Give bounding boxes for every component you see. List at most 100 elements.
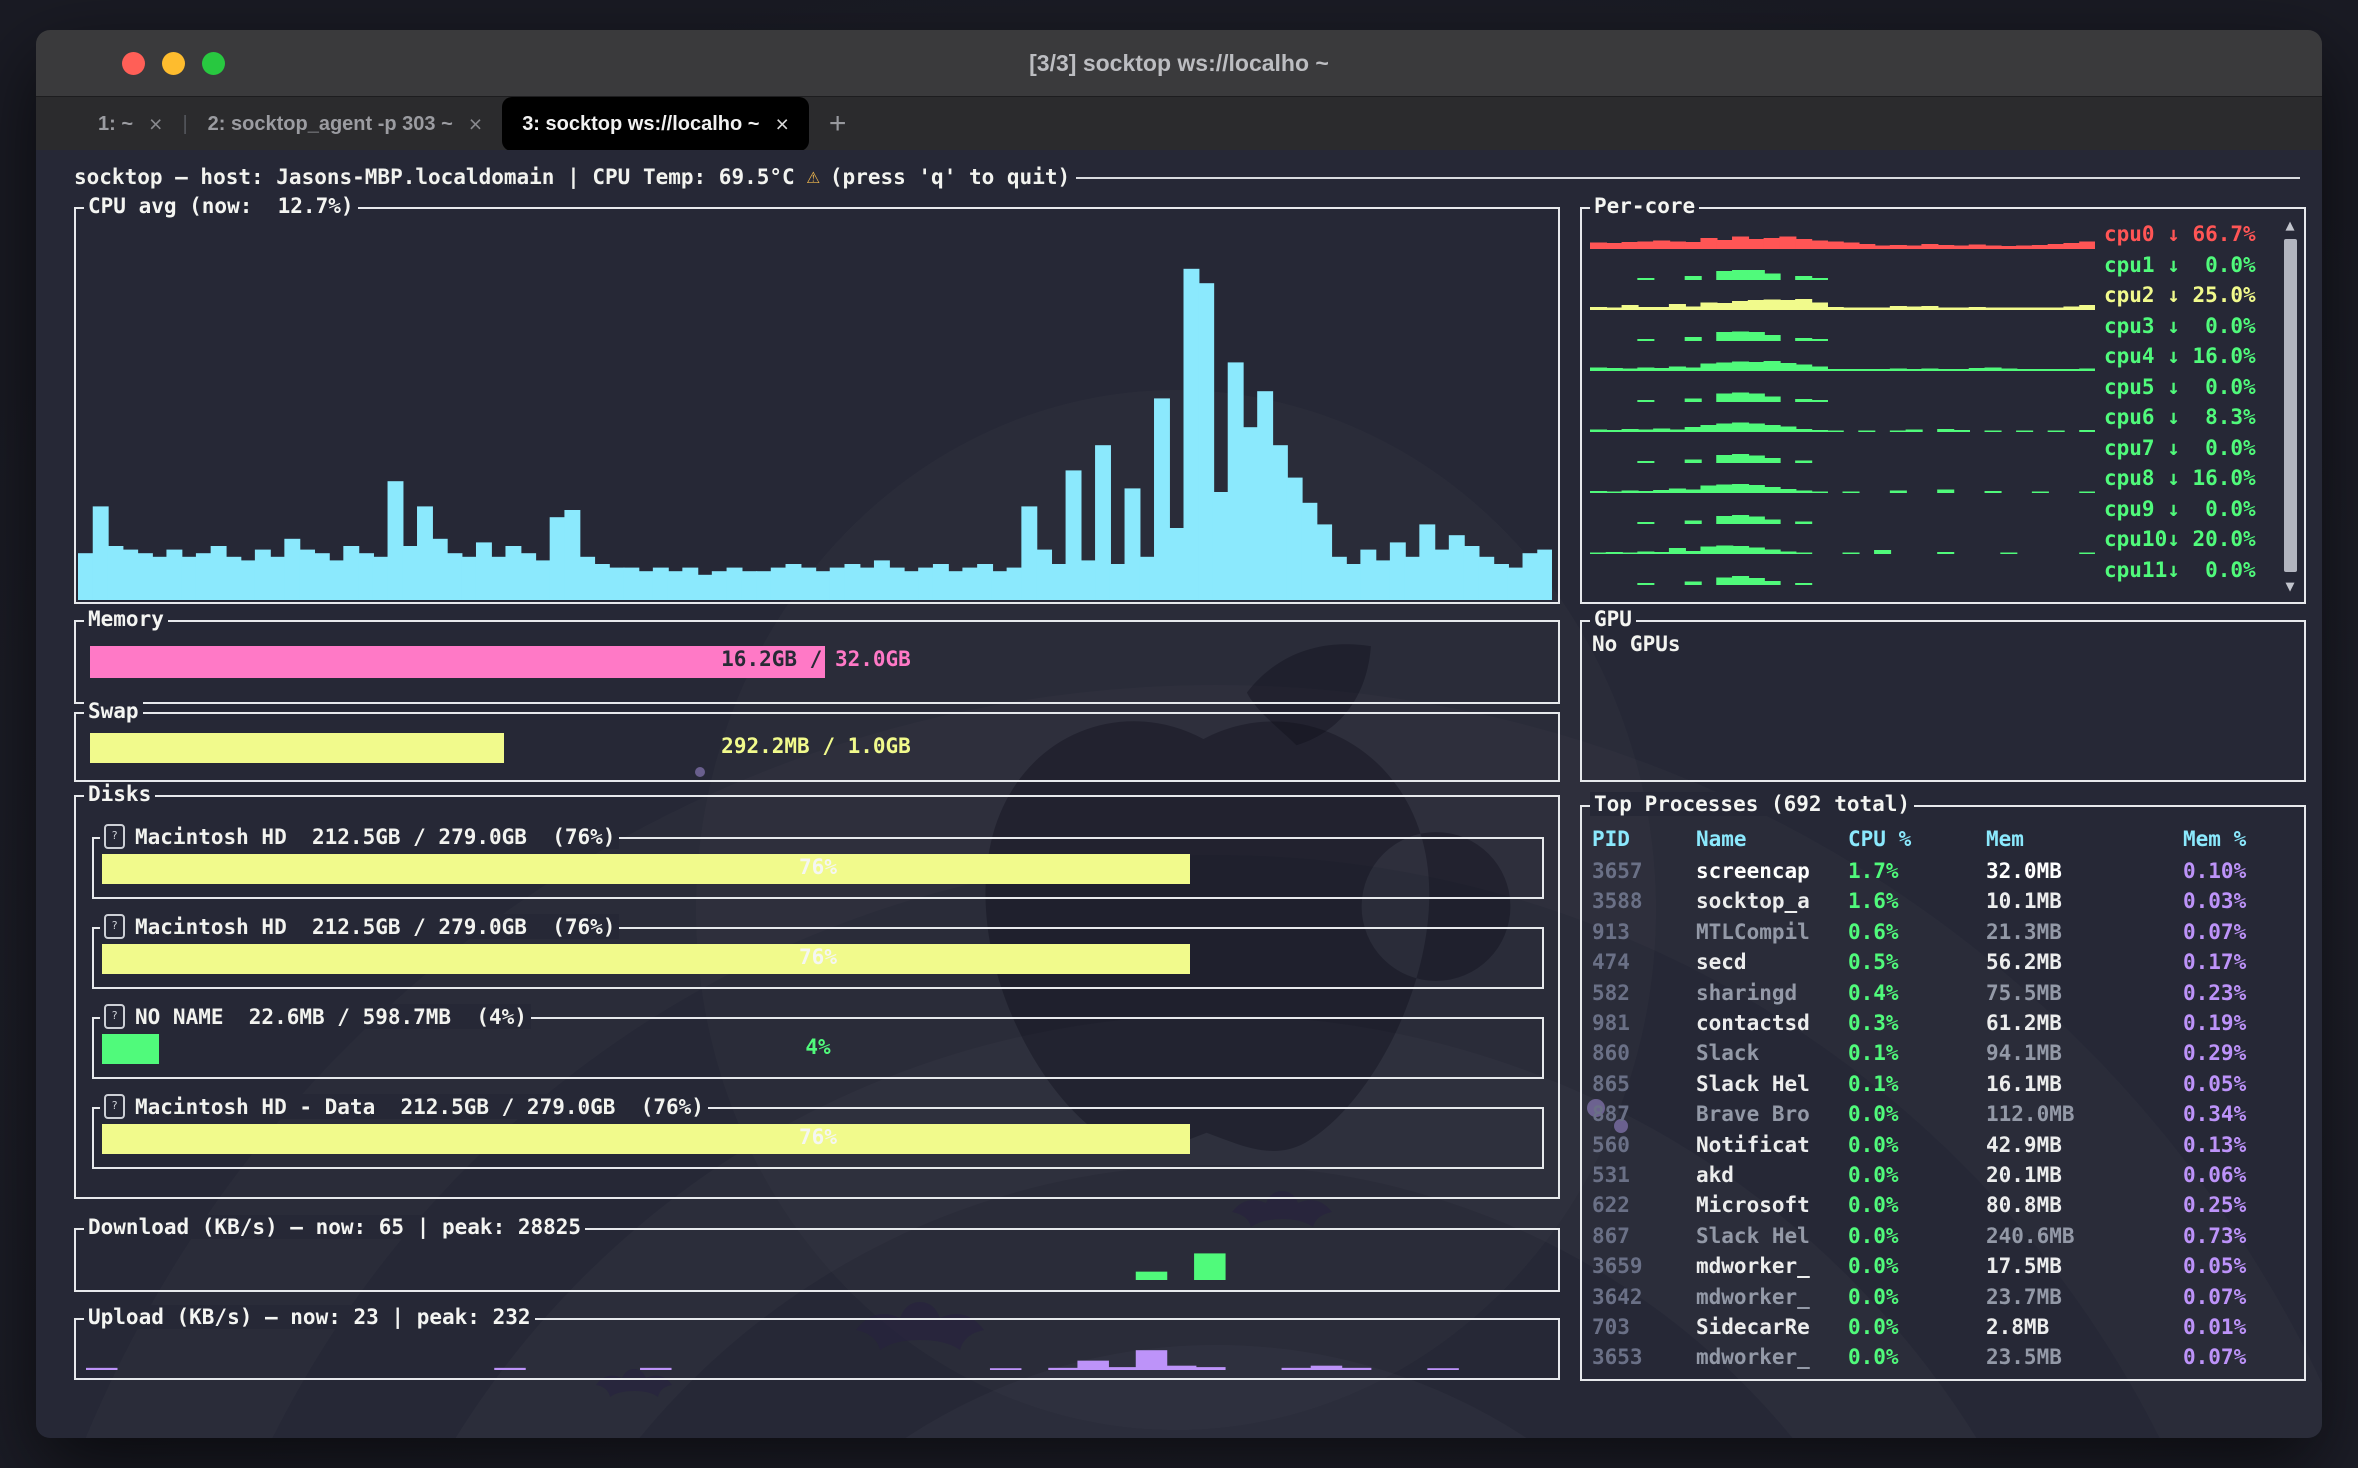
cpu-avg-bar-chart [78,240,1552,600]
process-name: Brave Bro [1696,1102,1848,1132]
cpu-core-sparkline [1590,316,2095,341]
process-name: Microsoft [1696,1193,1848,1223]
per-core-row: cpu3↓0.0% [1590,313,2274,343]
down-arrow-icon: ↓ [2167,283,2180,307]
status-line: socktop — host: Jasons-MBP.localdomain |… [74,164,2300,189]
process-row: 860Slack0.1%94.1MB0.29% [1592,1041,2296,1071]
process-table-header: PIDNameCPU %MemMem % [1592,827,2296,857]
per-core-panel: Per-core cpu0↓66.7%cpu1↓0.0%cpu2↓25.0%cp… [1580,207,2306,604]
cpu-avg-panel-title: CPU avg (now: 12.7%) [84,194,358,218]
process-mem: 94.1MB [1986,1041,2183,1071]
scroll-down-icon[interactable]: ▼ [2285,578,2294,594]
tab-3[interactable]: 3: socktop ws://localho ~ × [502,97,809,151]
disk-icon: ? [104,914,125,939]
tab-label: 3: socktop ws://localho ~ [522,113,759,136]
process-cpu: 0.6% [1848,920,1986,950]
process-pid: 865 [1592,1072,1696,1102]
down-arrow-icon: ↓ [2167,375,2180,399]
process-pid: 3653 [1592,1345,1696,1375]
process-name: Slack Hel [1696,1072,1848,1102]
close-window-button[interactable] [122,52,145,75]
process-mem-pct: 0.05% [2183,1254,2296,1284]
process-mem: 75.5MB [1986,981,2183,1011]
disk-item-text: Macintosh HD 212.5GB / 279.0GB (76%) [135,915,615,939]
process-mem-pct: 0.07% [2183,1285,2296,1315]
process-name: secd [1696,950,1848,980]
cpu-core-label: cpu11↓0.0% [2104,558,2256,582]
down-arrow-icon: ↓ [2167,466,2180,490]
upload-panel-title: Upload (KB/s) — now: 23 | peak: 232 [84,1305,535,1329]
scroll-up-icon[interactable]: ▲ [2285,217,2294,233]
process-cpu: 0.0% [1848,1315,1986,1345]
cpu-core-sparkline [1590,346,2095,371]
process-name: Notificat [1696,1133,1848,1163]
cpu-avg-panel: CPU avg (now: 12.7%) [74,207,1560,604]
terminal-content[interactable]: socktop — host: Jasons-MBP.localdomain |… [36,150,2322,1438]
disk-icon: ? [104,824,125,849]
per-core-row: cpu5↓0.0% [1590,374,2274,404]
traffic-lights [122,30,225,96]
process-row: 865Slack Hel0.1%16.1MB0.05% [1592,1072,2296,1102]
window-titlebar[interactable]: [3/3] socktop ws://localho ~ [36,30,2322,96]
process-mem-pct: 0.06% [2183,1163,2296,1193]
cpu-core-name: cpu11 [2104,558,2167,582]
process-name: mdworker_ [1696,1345,1848,1375]
tab-close-icon[interactable]: × [469,111,482,138]
tab-2[interactable]: 2: socktop_agent -p 303 ~× [188,97,503,151]
cpu-core-load: 0.0% [2180,558,2256,582]
cpu-core-label: cpu0↓66.7% [2104,222,2256,246]
cpu-core-label: cpu5↓0.0% [2104,375,2256,399]
cpu-core-name: cpu3 [2104,314,2167,338]
process-pid: 531 [1592,1163,1696,1193]
download-bar-chart [86,1242,1544,1280]
process-row: 867Slack Hel0.0%240.6MB0.73% [1592,1224,2296,1254]
process-pid: 622 [1592,1193,1696,1223]
zoom-window-button[interactable] [202,52,225,75]
scrollbar-thumb[interactable] [2284,239,2297,572]
cpu-core-load: 16.0% [2180,466,2256,490]
process-cpu: 1.6% [1848,889,1986,919]
download-panel-title: Download (KB/s) — now: 65 | peak: 28825 [84,1215,585,1239]
process-name: akd [1696,1163,1848,1193]
per-core-row: cpu6↓8.3% [1590,404,2274,434]
cpu-core-load: 0.0% [2180,314,2256,338]
process-pid: 703 [1592,1315,1696,1345]
process-column-header: CPU % [1848,827,1986,857]
per-core-scrollbar[interactable]: ▲ ▼ [2281,217,2299,594]
disk-item-text: Macintosh HD - Data 212.5GB / 279.0GB (7… [135,1095,704,1119]
process-mem-pct: 0.13% [2183,1133,2296,1163]
down-arrow-icon: ↓ [2167,527,2180,551]
per-core-row: cpu2↓25.0% [1590,282,2274,312]
tab-1[interactable]: 1: ~× [78,97,182,151]
tab-close-icon[interactable]: × [149,111,162,138]
minimize-window-button[interactable] [162,52,185,75]
gpu-panel-title: GPU [1590,607,1636,631]
upload-panel: Upload (KB/s) — now: 23 | peak: 232 [74,1318,1560,1380]
disk-icon: ? [104,1094,125,1119]
process-cpu: 0.0% [1848,1102,1986,1132]
new-tab-button[interactable]: + [829,97,847,151]
cpu-core-load: 0.0% [2180,497,2256,521]
process-mem-pct: 0.19% [2183,1011,2296,1041]
cpu-core-name: cpu1 [2104,253,2167,277]
process-cpu: 0.4% [1848,981,1986,1011]
cpu-core-label: cpu3↓0.0% [2104,314,2256,338]
tab-close-icon[interactable]: × [775,111,788,138]
cpu-core-label: cpu4↓16.0% [2104,344,2256,368]
cpu-core-name: cpu6 [2104,405,2167,429]
down-arrow-icon: ↓ [2167,497,2180,521]
disk-usage-bar-label: 4% [102,1035,1534,1059]
cpu-core-label: cpu7↓0.0% [2104,436,2256,460]
down-arrow-icon: ↓ [2167,436,2180,460]
process-row: 3653mdworker_0.0%23.5MB0.07% [1592,1345,2296,1375]
cpu-core-sparkline [1590,499,2095,524]
process-mem: 16.1MB [1986,1072,2183,1102]
process-row: 560Notificat0.0%42.9MB0.13% [1592,1133,2296,1163]
process-name: screencap [1696,859,1848,889]
disk-item: ?Macintosh HD - Data 212.5GB / 279.0GB (… [92,1107,1544,1169]
process-name: socktop_a [1696,889,1848,919]
cpu-core-sparkline [1590,224,2095,249]
cpu-core-name: cpu8 [2104,466,2167,490]
down-arrow-icon: ↓ [2167,405,2180,429]
process-row: 3659mdworker_0.0%17.5MB0.05% [1592,1254,2296,1284]
